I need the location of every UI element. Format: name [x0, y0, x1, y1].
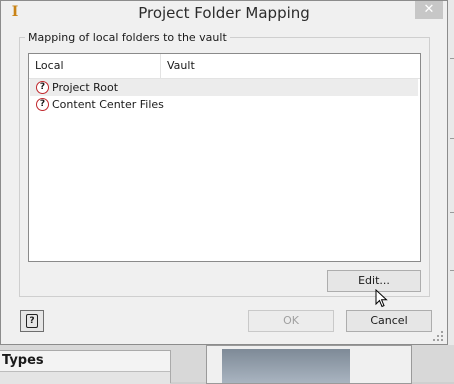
resize-grip[interactable]: [433, 331, 443, 341]
types-panel: Types: [0, 350, 171, 384]
edit-button[interactable]: Edit...: [327, 270, 421, 292]
types-panel-header: Types: [0, 351, 170, 372]
background-viewport: [206, 345, 412, 384]
viewport-image: [222, 349, 350, 383]
mouse-cursor-icon: [375, 289, 388, 308]
close-button[interactable]: ✕: [415, 1, 443, 19]
mapping-group-label: Mapping of local folders to the vault: [25, 31, 230, 44]
question-mark-icon: ?: [36, 81, 49, 94]
column-header-vault[interactable]: Vault: [161, 54, 311, 78]
ok-button[interactable]: OK: [248, 310, 334, 332]
folder-mapping-list[interactable]: Local Vault ? Project Root ? Content Cen…: [28, 53, 421, 262]
list-item-project-root[interactable]: ? Project Root: [30, 79, 418, 96]
help-button[interactable]: ?: [20, 310, 44, 332]
column-header-local[interactable]: Local: [29, 54, 161, 78]
list-item-label: Content Center Files: [52, 98, 164, 111]
cancel-button[interactable]: Cancel: [346, 310, 432, 332]
question-mark-icon: ?: [36, 98, 49, 111]
help-icon: ?: [26, 314, 38, 328]
list-item-label: Project Root: [52, 81, 119, 94]
title-bar[interactable]: I Project Folder Mapping ✕: [1, 1, 447, 25]
list-item-content-center-files[interactable]: ? Content Center Files: [30, 96, 418, 113]
list-header: Local Vault: [29, 54, 420, 79]
types-panel-row[interactable]: [0, 372, 170, 384]
dialog-title: Project Folder Mapping: [138, 4, 310, 22]
